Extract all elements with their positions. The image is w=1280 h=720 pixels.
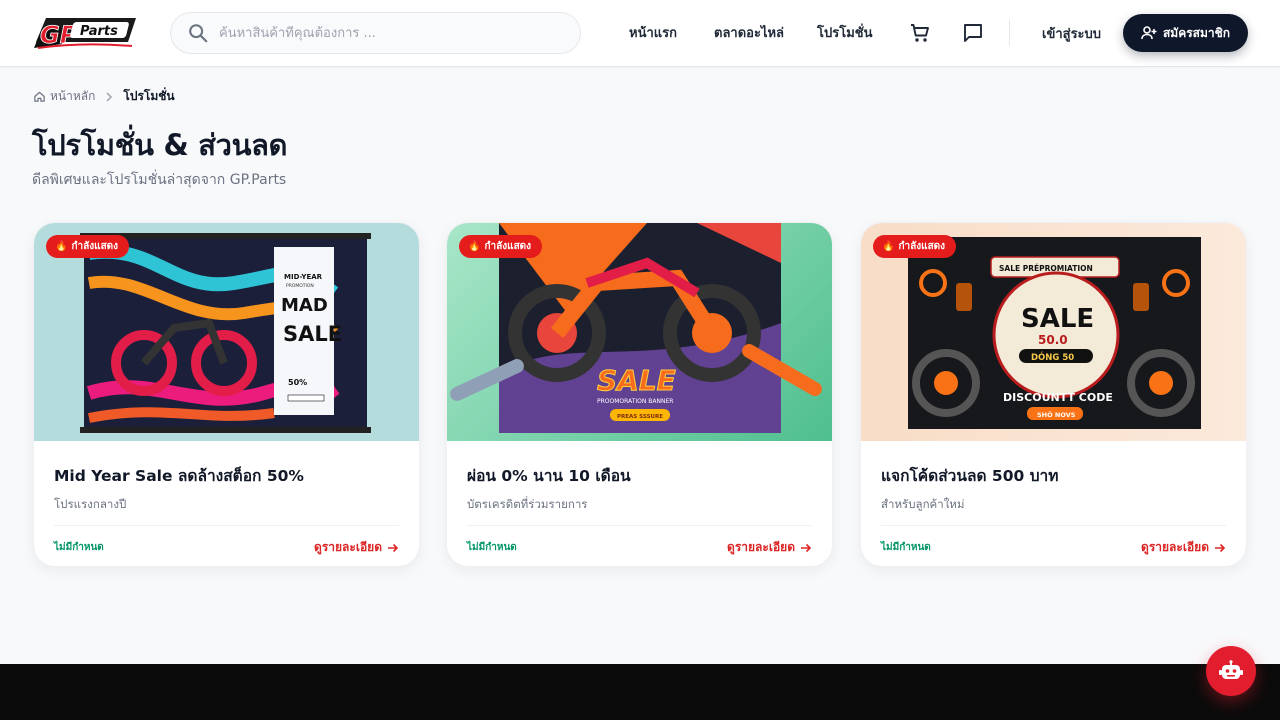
page-subtitle: ดีลพิเศษและโปรโมชั่นล่าสุดจาก GP.Parts [32,172,287,188]
view-details-link[interactable]: ดูรายละเอียด [314,538,399,557]
logo[interactable]: GP Parts [32,12,139,54]
svg-text:SALE: SALE [597,364,676,397]
header-divider [1009,20,1010,46]
promo-card[interactable]: 🔥 กำลังแสดง SALE PROOMORATION BANNER PREA… [446,222,833,567]
card-divider [54,525,399,526]
fire-icon: 🔥 [468,241,481,252]
breadcrumb-home[interactable]: หน้าหลัก [33,87,95,106]
svg-text:PROOMORATION BANNER: PROOMORATION BANNER [597,398,673,405]
svg-text:MAD: MAD [281,295,328,316]
signup-button[interactable]: สมัครสมาชิก [1123,14,1248,52]
promo-title: แจกโค้ดส่วนลด 500 บาท [881,467,1059,485]
svg-text:MID-YEAR: MID-YEAR [284,273,323,281]
breadcrumb-current: โปรโมชั่น [123,89,175,103]
breadcrumb-home-label: หน้าหลัก [50,89,96,103]
fire-icon: 🔥 [55,241,68,252]
search-input[interactable] [219,25,559,41]
breadcrumb: หน้าหลัก โปรโมชั่น [33,87,175,106]
search-bar[interactable] [170,12,581,54]
svg-text:PREAS SSSURE: PREAS SSSURE [617,414,663,420]
home-icon [34,91,45,102]
cart-icon[interactable] [907,20,933,46]
svg-text:SHÓ NOVS: SHÓ NOVS [1037,410,1076,419]
card-divider [881,525,1226,526]
promo-subtitle: สำหรับลูกค้าใหม่ [881,497,965,511]
nav-promotions[interactable]: โปรโมชั่น [817,22,872,43]
promo-expiry: ไม่มีกำหนด [881,542,931,553]
promo-card[interactable]: 🔥 กำลังแสดง MID-YEAR PROMOTION MAD SALE 5… [33,222,420,567]
promo-banner-image: 🔥 กำลังแสดง SALE PRÉPROMIATION SALE 50.0 … [861,223,1246,441]
add-user-icon [1141,26,1157,40]
view-details-link[interactable]: ดูรายละเอียด [1141,538,1226,557]
svg-text:50.0: 50.0 [1038,333,1068,347]
robot-icon [1219,660,1243,679]
chat-icon[interactable] [960,20,986,46]
svg-text:DÓNG 50: DÓNG 50 [1031,351,1074,363]
chatbot-button[interactable] [1206,646,1256,696]
login-button[interactable]: เข้าสู่ระบบ [1042,23,1101,44]
signup-label: สมัครสมาชิก [1162,25,1231,40]
page-title: โปรโมชั่น & ส่วนลด [32,128,288,162]
promo-banner-image: 🔥 กำลังแสดง SALE PROOMORATION BANNER PREA… [447,223,832,441]
search-icon [189,24,208,43]
header: GP Parts หน้าแรก ตลาดอะไหล่ โปรโมชั่น เข… [0,0,1280,67]
status-badge: 🔥 กำลังแสดง [46,235,130,258]
promo-subtitle: บัตรเครดิตที่ร่วมรายการ [467,497,588,511]
nav-home[interactable]: หน้าแรก [629,22,677,43]
svg-text:SALE PRÉPROMIATION: SALE PRÉPROMIATION [999,264,1093,273]
arrow-right-icon [1215,543,1226,552]
svg-text:SALE: SALE [1021,304,1094,334]
promo-title: Mid Year Sale ลดล้างสต็อก 50% [54,467,304,485]
nav-marketplace[interactable]: ตลาดอะไหล่ [714,22,784,43]
footer [0,664,1280,720]
promo-title: ผ่อน 0% นาน 10 เดือน [467,467,631,485]
fire-icon: 🔥 [882,241,895,252]
promo-banner-image: 🔥 กำลังแสดง MID-YEAR PROMOTION MAD SALE 5… [34,223,419,441]
svg-text:SALE: SALE [283,322,342,346]
promo-expiry: ไม่มีกำหนด [54,542,104,553]
promo-card[interactable]: 🔥 กำลังแสดง SALE PRÉPROMIATION SALE 50.0 … [860,222,1247,567]
svg-text:Parts: Parts [80,24,118,39]
svg-text:PROMOTION: PROMOTION [286,283,314,289]
promo-expiry: ไม่มีกำหนด [467,542,517,553]
status-badge: 🔥 กำลังแสดง [459,235,543,258]
svg-text:DISCOUNTT CODE: DISCOUNTT CODE [1003,391,1113,404]
view-details-link[interactable]: ดูรายละเอียด [727,538,812,557]
arrow-right-icon [801,543,812,552]
svg-text:50%: 50% [288,378,307,387]
chevron-right-icon [105,91,113,102]
card-divider [467,525,812,526]
status-badge: 🔥 กำลังแสดง [873,235,957,258]
arrow-right-icon [388,543,399,552]
promo-subtitle: โปรแรงกลางปี [54,497,127,511]
